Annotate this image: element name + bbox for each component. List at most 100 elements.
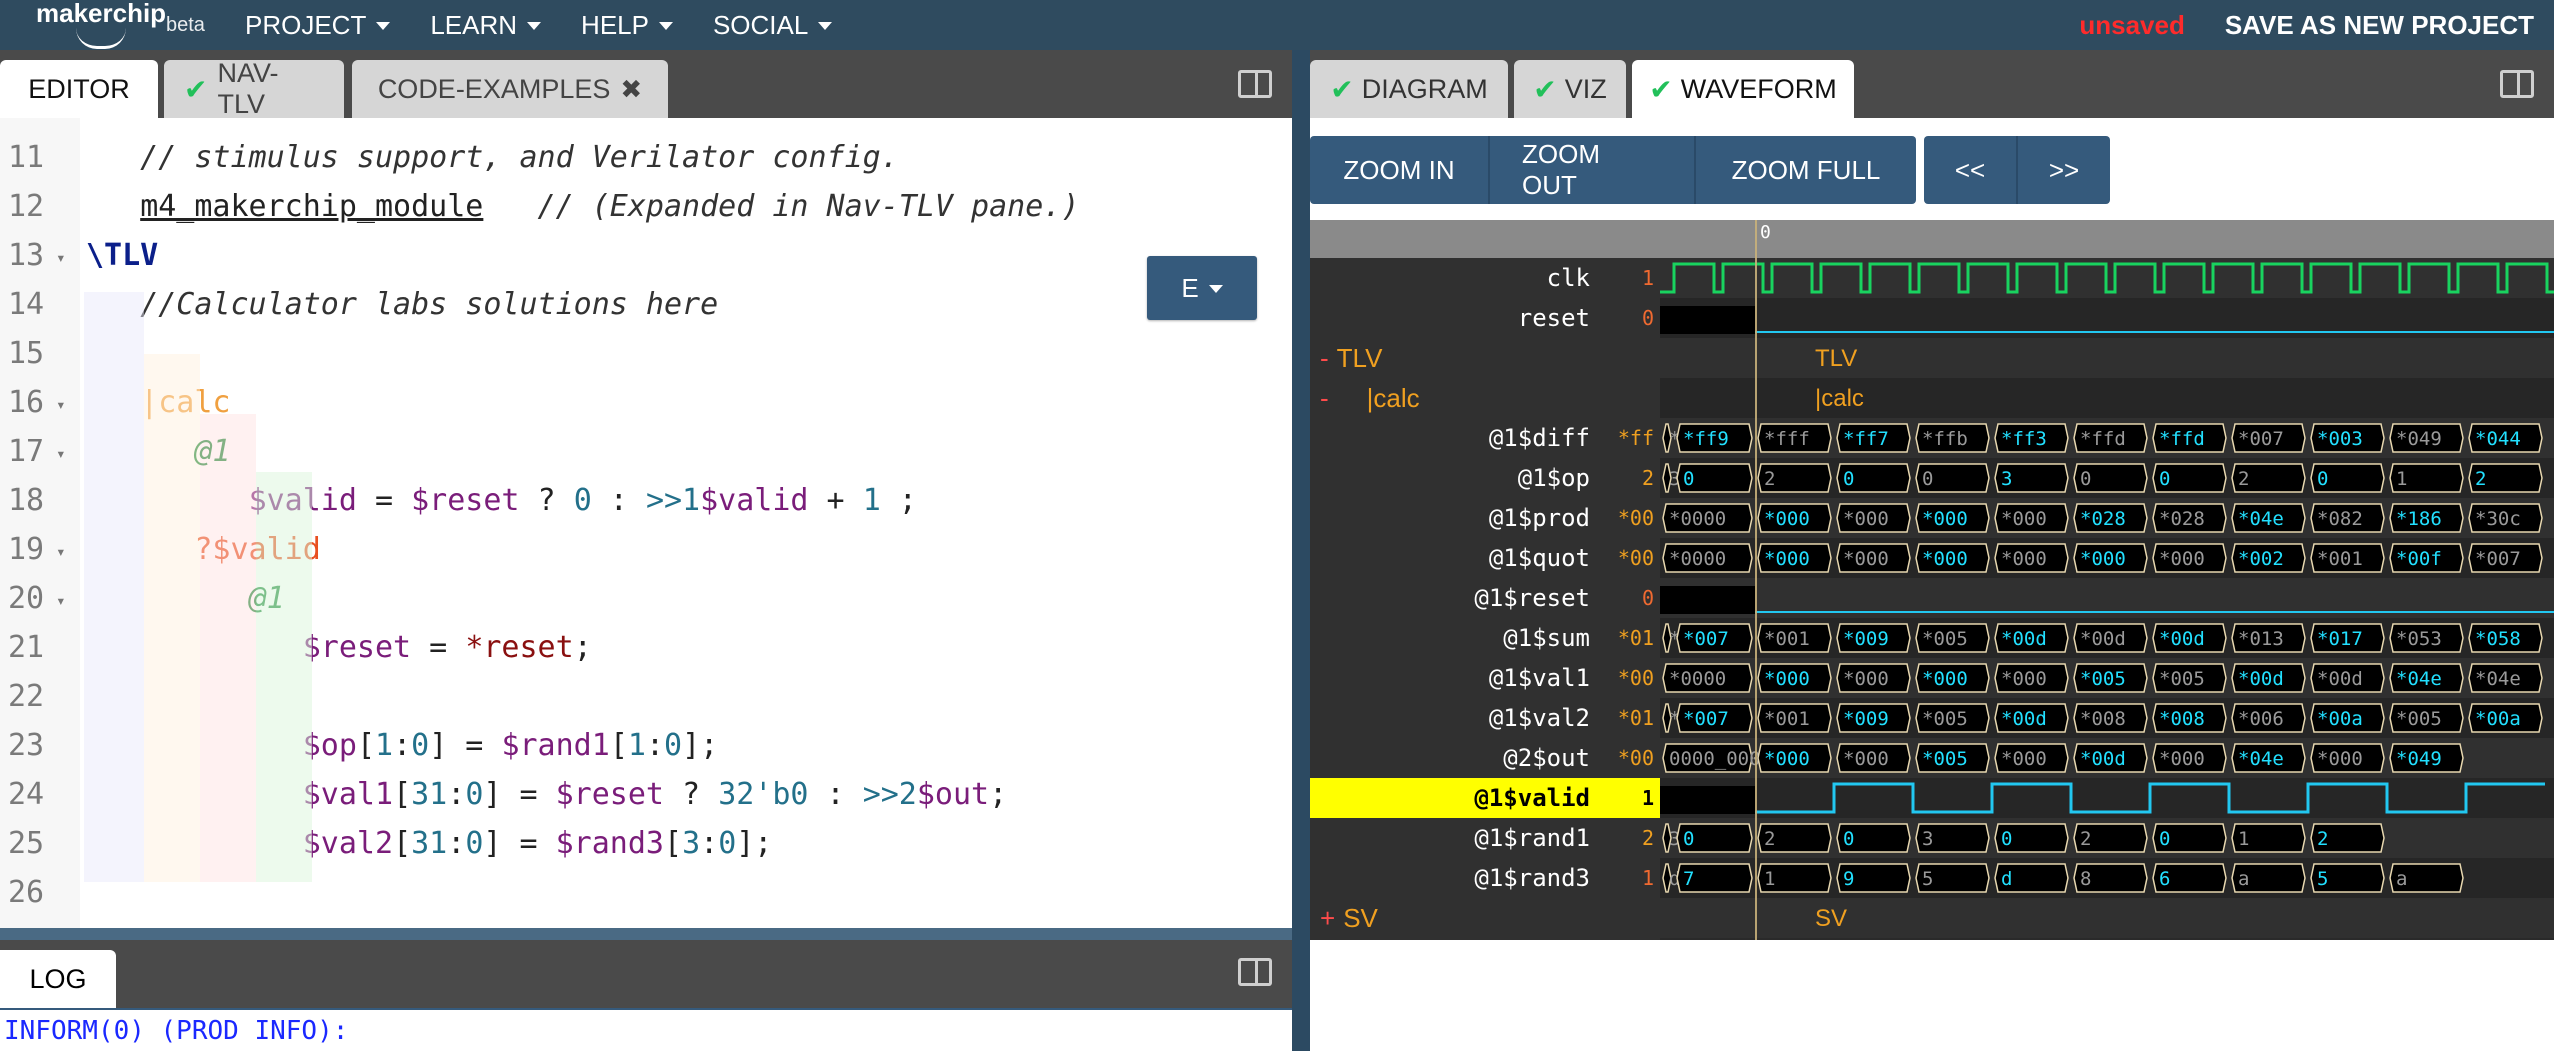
tab-editor[interactable]: EDITOR (0, 60, 158, 118)
signal-row[interactable]: @1$reset 0 (1310, 578, 1660, 618)
toggle-icon[interactable]: - (1320, 343, 1329, 374)
bus-label: *ff9 (1683, 428, 1729, 450)
zoom-out-button[interactable]: ZOOM OUT (1490, 136, 1696, 204)
signal-name: @1$reset (1474, 584, 1590, 612)
signal-row[interactable]: @1$val2 *01 (1310, 698, 1660, 738)
menu-project[interactable]: PROJECT (245, 10, 391, 41)
bus-label: *000 (2317, 748, 2363, 770)
section-sv[interactable]: + SV (1310, 898, 1660, 938)
bus-label: 1 (1764, 868, 1775, 890)
bus-label: *000 (1764, 548, 1810, 570)
menu-learn[interactable]: LEARN (430, 10, 542, 41)
fold-icon[interactable]: ▾ (56, 542, 66, 561)
signal-row[interactable]: @1$val1 *00 (1310, 658, 1660, 698)
panel-layout-icon[interactable] (2500, 70, 2534, 98)
signal-row[interactable]: @1$rand3 1 (1310, 858, 1660, 898)
tab-log[interactable]: LOG (0, 950, 116, 1008)
fold-icon[interactable]: ▾ (56, 395, 66, 414)
caret-down-icon (527, 22, 542, 30)
signal-row[interactable]: reset 0 (1310, 298, 1660, 338)
bus-label: *000 (2080, 548, 2126, 570)
line-number: 18 (8, 483, 45, 518)
signal-row[interactable]: @1$diff *ff (1310, 418, 1660, 458)
e-dropdown-button[interactable]: E (1147, 256, 1257, 320)
signal-row[interactable]: @1$valid 1 (1310, 778, 1660, 818)
signal-row[interactable]: clk 1 (1310, 258, 1660, 298)
signal-row[interactable]: @2$out *00 (1310, 738, 1660, 778)
bus-label: *00d (2238, 668, 2284, 690)
bus-label: 2 (2475, 468, 2486, 490)
signal-value: *01 (1617, 706, 1654, 730)
bus-label: *008 (2080, 708, 2126, 730)
bus-label: *007 (2238, 428, 2284, 450)
code-line[interactable]: 26 (0, 875, 1292, 923)
viz-tabs: ✔ DIAGRAM ✔ VIZ ✔ WAVEFORM (1310, 50, 2554, 118)
code-line[interactable]: 11 // stimulus support, and Verilator co… (0, 140, 1292, 188)
signal-value: *ff (1617, 426, 1654, 450)
signal-name: @1$valid (1474, 784, 1590, 812)
code-editor[interactable]: 11 // stimulus support, and Verilator co… (0, 118, 1292, 928)
line-number: 15 (8, 336, 45, 371)
section-tlv[interactable]: - TLV (1310, 338, 1660, 378)
bus-label: 0 (1843, 828, 1854, 850)
tab-nav-tlv[interactable]: ✔ NAV-TLV (164, 58, 344, 119)
bus-label: a (2396, 868, 2407, 890)
tab-code-examples[interactable]: CODE-EXAMPLES ✖ (352, 60, 668, 118)
section-label: SV (1343, 902, 1378, 933)
nav-back-button[interactable]: << (1924, 136, 2018, 204)
signal-name: @1$val2 (1488, 704, 1590, 732)
menu-social[interactable]: SOCIAL (713, 10, 833, 41)
line-number: 24 (8, 777, 45, 812)
tab-diagram[interactable]: ✔ DIAGRAM (1310, 60, 1508, 118)
menu-help[interactable]: HELP (581, 10, 673, 41)
signal-value: *00 (1617, 546, 1654, 570)
close-icon[interactable]: ✖ (620, 74, 642, 105)
bus-label: *000 (1922, 508, 1968, 530)
bus-label: 6 (2159, 868, 2170, 890)
signal-row[interactable]: @1$sum *01 (1310, 618, 1660, 658)
signal-row[interactable]: @1$op 2 (1310, 458, 1660, 498)
zoom-in-button[interactable]: ZOOM IN (1310, 136, 1490, 204)
bus-label: *017 (2317, 628, 2363, 650)
bus-label: *001 (1764, 708, 1810, 730)
line-number: 21 (8, 630, 45, 665)
section-calc[interactable]: - |calc (1310, 378, 1660, 418)
bus-label: *ffb (1922, 428, 1968, 450)
bus-label: *009 (1843, 628, 1889, 650)
bus-label: *028 (2159, 508, 2205, 530)
signal-name: @1$diff (1488, 424, 1590, 452)
signal-row[interactable]: @1$prod *00 (1310, 498, 1660, 538)
tab-viz[interactable]: ✔ VIZ (1514, 60, 1626, 118)
panel-layout-icon[interactable] (1238, 70, 1272, 98)
toggle-icon[interactable]: - (1320, 383, 1329, 414)
log-tabs-bar (0, 940, 1292, 1008)
horizontal-splitter[interactable] (0, 928, 1292, 940)
vertical-splitter[interactable] (1292, 50, 1310, 1051)
code-line[interactable]: 13 ▾ \TLV (0, 238, 1292, 286)
signal-row[interactable]: @1$quot *00 (1310, 538, 1660, 578)
bus-label: d (2001, 868, 2012, 890)
code-line[interactable]: 14 //Calculator labs solutions here (0, 287, 1292, 335)
code-line[interactable]: 12 m4_makerchip_module // (Expanded in N… (0, 189, 1292, 237)
zoom-full-button[interactable]: ZOOM FULL (1696, 136, 1916, 204)
ruler-zero: 0 (1760, 222, 1771, 243)
bus-label: *000 (1843, 748, 1889, 770)
tab-waveform[interactable]: ✔ WAVEFORM (1632, 60, 1854, 118)
signal-row[interactable]: @1$rand1 2 (1310, 818, 1660, 858)
makerchip-logo[interactable]: makerchip beta (36, 0, 216, 50)
signal-value: *00 (1617, 746, 1654, 770)
bus-label: 2 (1764, 468, 1775, 490)
bus-label: *00f (2396, 548, 2442, 570)
nav-forward-button[interactable]: >> (2018, 136, 2110, 204)
fold-icon[interactable]: ▾ (56, 248, 66, 267)
bus-label: 1 (2238, 828, 2249, 850)
panel-layout-icon[interactable] (1238, 958, 1272, 986)
toggle-icon[interactable]: + (1320, 903, 1335, 934)
bus-label: *0000 (1669, 548, 1726, 570)
main-menu: PROJECT LEARN HELP SOCIAL (245, 0, 833, 50)
fold-icon[interactable]: ▾ (56, 591, 66, 610)
time-cursor[interactable] (1755, 220, 1757, 940)
fold-icon[interactable]: ▾ (56, 444, 66, 463)
bus-label: *005 (2080, 668, 2126, 690)
save-as-new-project-button[interactable]: SAVE AS NEW PROJECT (2225, 10, 2534, 41)
